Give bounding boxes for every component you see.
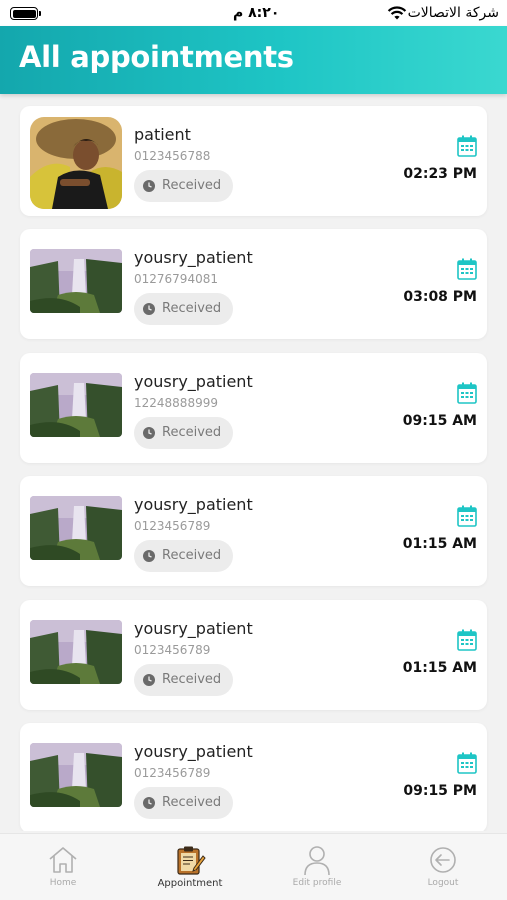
appointment-card[interactable]: yousry_patient 12248888999 Received 09:1… [20,353,487,463]
nav-label-edit-profile: Edit profile [292,878,342,888]
calendar-icon [457,752,477,774]
status-label: Received [162,178,222,193]
appointment-card[interactable]: yousry_patient 0123456789 Received 01:15… [20,476,487,586]
nav-item-appointment[interactable]: Appointment [127,834,253,900]
clock-icon [143,550,155,562]
nav-item-logout[interactable]: Logout [380,834,506,900]
appointment-time: 09:15 AM [402,413,477,429]
clipboard-icon [177,846,206,875]
app-header: All appointments [0,26,507,94]
status-bar: ٨:٢٠ م شركة الاتصالات [0,0,507,26]
clock-icon [143,797,155,809]
status-badge: Received [134,540,233,572]
calendar-icon [457,135,477,157]
appointments-list[interactable]: patient 0123456788 Received 02:23 PM you… [0,96,507,831]
patient-avatar [30,743,122,807]
patient-name: yousry_patient [134,248,253,267]
status-label: Received [162,548,222,563]
appointment-time: 09:15 PM [403,783,477,799]
appointment-card[interactable]: yousry_patient 0123456789 Received 01:15… [20,600,487,710]
nav-item-home[interactable]: Home [0,834,126,900]
appointment-time: 03:08 PM [403,289,477,305]
nav-label-logout: Logout [427,878,459,888]
carrier-name: شركة الاتصالات [407,5,499,21]
calendar-icon [457,629,477,651]
patient-name: yousry_patient [134,619,253,638]
calendar-icon [457,505,477,527]
status-badge: Received [134,293,233,325]
clock-icon [143,674,155,686]
status-badge: Received [134,787,233,819]
user-icon [304,846,330,876]
patient-avatar [30,117,122,209]
calendar-icon [457,258,477,280]
patient-avatar [30,496,122,560]
appointment-time: 02:23 PM [403,166,477,182]
wifi-icon [387,6,407,20]
appointment-card[interactable]: patient 0123456788 Received 02:23 PM [20,106,487,216]
patient-name: yousry_patient [134,372,253,391]
nav-label-appointment: Appointment [157,878,223,889]
patient-name: yousry_patient [134,495,253,514]
nav-item-edit-profile[interactable]: Edit profile [254,834,380,900]
home-icon [49,847,77,873]
patient-phone: 0123456789 [134,766,211,780]
bottom-nav: Home Appointment Edit profile Logout [0,833,507,900]
patient-avatar [30,249,122,313]
logout-icon [430,847,456,873]
appointment-time: 01:15 AM [402,536,477,552]
patient-phone: 0123456788 [134,149,211,163]
status-badge: Received [134,664,233,696]
appointment-time: 01:15 AM [402,660,477,676]
patient-phone: 01276794081 [134,272,218,286]
patient-name: yousry_patient [134,742,253,761]
status-time: ٨:٢٠ م [233,5,280,21]
clock-icon [143,427,155,439]
patient-phone: 12248888999 [134,396,218,410]
patient-avatar [30,373,122,437]
clock-icon [143,180,155,192]
appointment-card[interactable]: yousry_patient 0123456789 Received 09:15… [20,723,487,831]
nav-label-home: Home [49,878,77,888]
status-label: Received [162,301,222,316]
status-badge: Received [134,417,233,449]
patient-phone: 0123456789 [134,643,211,657]
patient-avatar [30,620,122,684]
clock-icon [143,303,155,315]
appointment-card[interactable]: yousry_patient 01276794081 Received 03:0… [20,229,487,339]
calendar-icon [457,382,477,404]
status-label: Received [162,795,222,810]
page-title: All appointments [19,40,294,74]
patient-name: patient [134,125,191,144]
patient-phone: 0123456789 [134,519,211,533]
battery-icon [10,7,41,20]
status-label: Received [162,425,222,440]
status-badge: Received [134,170,233,202]
status-label: Received [162,672,222,687]
